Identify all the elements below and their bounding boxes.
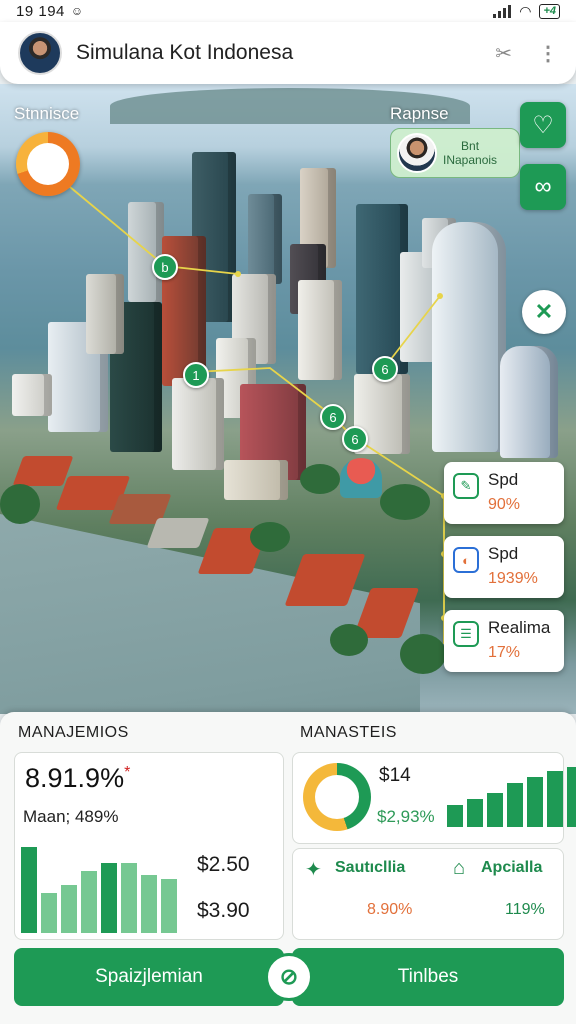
map-pin[interactable]: 1 — [183, 362, 209, 388]
chart-bar — [141, 875, 157, 933]
left-bar-chart — [21, 845, 177, 933]
map-label-left: Stnnisce — [14, 104, 80, 123]
chart-bar — [507, 783, 523, 827]
info-card-value: 90% — [488, 496, 521, 513]
stat-value-2: $2,93% — [377, 807, 435, 826]
sub-value: Maan; 489% — [23, 807, 119, 826]
profile-line-2: INapanois — [443, 153, 498, 167]
avatar[interactable] — [18, 31, 62, 75]
info-card-2[interactable]: ◐ Spd 1939% — [444, 536, 564, 598]
money-value-2: $3.90 — [197, 899, 250, 922]
map-pin[interactable]: 6 — [372, 356, 398, 382]
chart-bar — [41, 893, 57, 933]
map-label-right: Rapnse — [390, 104, 449, 123]
chart-bar — [487, 793, 503, 827]
info-card-3[interactable]: ☰ Realima 17% — [444, 610, 564, 672]
map-donut-chart[interactable] — [16, 132, 80, 196]
wifi-icon: ◠ — [519, 2, 532, 19]
chart-bar — [81, 871, 97, 933]
dna-icon[interactable]: ✕ — [522, 290, 566, 334]
main-value: 8.91.9%* — [25, 763, 131, 793]
tools-icon[interactable]: ✂ — [495, 41, 512, 66]
chart-bar — [161, 879, 177, 933]
right-bar-chart — [447, 765, 576, 827]
app-bar: Simulana Kot Indonesa ✂ ⋮ — [0, 22, 576, 84]
profile-avatar — [397, 133, 437, 173]
summary-card[interactable]: ✦ Sautıcllia ⌂ Apcialla 8.90% 119% — [292, 848, 564, 940]
stat-value-1: $14 — [379, 765, 411, 786]
info-card-value: 17% — [488, 644, 521, 661]
chart-bar — [527, 777, 543, 827]
summary-label-2: Apcialla — [481, 859, 543, 876]
chart-bar — [21, 847, 37, 933]
chart-bar — [567, 767, 576, 827]
status-time: 19 194 — [16, 2, 65, 20]
info-card-value: 1939% — [488, 570, 538, 587]
info-card-label: Spd — [488, 470, 519, 489]
chart-bar — [121, 863, 137, 933]
logo-icon: ◐ — [453, 547, 479, 573]
tag-icon: ⌂ — [453, 857, 466, 879]
status-bar: 19 194 ☺ ◠ +4 — [0, 0, 576, 22]
profile-chip[interactable]: Bnt INapanois — [390, 128, 520, 178]
turtle-icon: ✦ — [305, 859, 322, 881]
stats-card[interactable]: $14 $2,93% — [292, 752, 576, 844]
chart-bar — [547, 771, 563, 827]
chart-bar — [467, 799, 483, 827]
info-card-label: Realima — [488, 618, 551, 637]
summary-value-2: 119% — [505, 901, 545, 918]
map-pin[interactable]: 6 — [320, 404, 346, 430]
chart-bar — [447, 805, 463, 827]
heart-hand-icon[interactable]: ♡ — [520, 102, 566, 148]
money-value-1: $2.50 — [197, 853, 250, 876]
chart-bar — [61, 885, 77, 933]
list-icon: ☰ — [453, 621, 479, 647]
app-title: Simulana Kot Indonesa — [76, 41, 294, 64]
signal-icon — [493, 4, 512, 18]
battery-icon: +4 — [539, 3, 560, 19]
main-value-marker: * — [124, 764, 131, 781]
map-pin[interactable]: b — [152, 254, 178, 280]
stats-donut-chart — [303, 763, 371, 831]
summary-label-1: Sautıcllia — [335, 859, 406, 876]
info-card-label: Spd — [488, 544, 519, 563]
summary-value-1: 8.90% — [367, 901, 413, 918]
section-title-left: MANAJEMIOS — [18, 724, 129, 741]
section-title-right: MANASTEIS — [300, 724, 397, 741]
compass-icon[interactable]: ⊘ — [265, 953, 313, 1001]
profile-line-1: Bnt — [461, 139, 480, 153]
primary-action-button[interactable]: Spaizjlemian — [14, 948, 284, 1006]
city-map[interactable]: Stnnisce Rapnse Bnt INapanois ♡ ∞ ✕ b 1 … — [0, 84, 576, 714]
more-vert-icon[interactable]: ⋮ — [538, 41, 558, 66]
face-icon: ☺ — [70, 4, 84, 18]
chart-bar — [101, 863, 117, 933]
link-icon[interactable]: ∞ — [520, 164, 566, 210]
edit-icon: ✎ — [453, 473, 479, 499]
management-card[interactable]: 8.91.9%* Maan; 489% $2.50 $3.90 — [14, 752, 284, 940]
info-card-1[interactable]: ✎ Spd 90% — [444, 462, 564, 524]
map-pin[interactable]: 6 — [342, 426, 368, 452]
secondary-action-button[interactable]: Tinlbes — [292, 948, 564, 1006]
